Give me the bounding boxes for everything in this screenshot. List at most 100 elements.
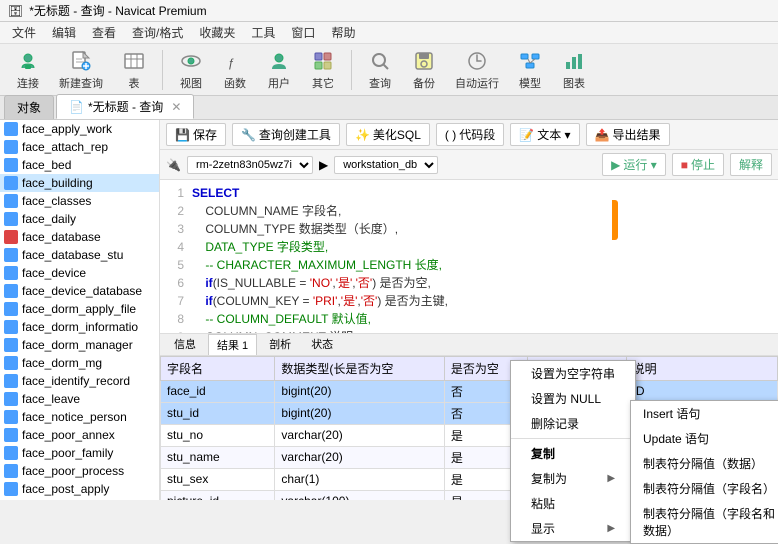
sidebar-item-database-stu[interactable]: face_database_stu <box>0 246 159 264</box>
code-snippet-button[interactable]: ( ) 代码段 <box>436 123 504 146</box>
submenu-tab-fields-data[interactable]: 制表符分隔值（字段名和数据） <box>631 501 778 543</box>
toolbar-query[interactable]: 查询 <box>360 44 400 96</box>
toolbar-chart[interactable]: 图表 <box>554 44 594 96</box>
toolbar-other[interactable]: 其它 <box>303 44 343 96</box>
save-icon: 💾 <box>175 128 190 142</box>
beautify-sql-button[interactable]: ✨ 美化SQL <box>346 123 430 146</box>
sidebar-item-dorm-apply-file[interactable]: face_dorm_apply_file <box>0 300 159 318</box>
menu-edit[interactable]: 编辑 <box>44 22 84 43</box>
toolbar-view[interactable]: 视图 <box>171 44 211 96</box>
beautify-icon: ✨ <box>355 128 370 142</box>
scroll-indicator <box>612 200 618 240</box>
submenu-update[interactable]: Update 语句 <box>631 426 778 451</box>
ctx-delete-record[interactable]: 删除记录 <box>511 411 635 436</box>
toolbar-backup[interactable]: 备份 <box>404 44 444 96</box>
menu-window[interactable]: 窗口 <box>283 22 323 43</box>
sidebar-item-attach-rep[interactable]: face_attach_rep <box>0 138 159 156</box>
tab-info[interactable]: 信息 <box>166 334 204 354</box>
sidebar-item-dorm-mg[interactable]: face_dorm_mg <box>0 354 159 372</box>
toolbar-user[interactable]: 用户 <box>259 44 299 96</box>
sidebar-item-dorm-information[interactable]: face_dorm_informatio <box>0 318 159 336</box>
arrow-icon: ▶ <box>319 158 328 172</box>
ctx-set-null[interactable]: 设置为 NULL <box>511 386 635 411</box>
ctx-display[interactable]: 显示 ▶ <box>511 516 635 541</box>
menu-view[interactable]: 查看 <box>84 22 124 43</box>
toolbar-connect[interactable]: 连接 <box>8 44 48 96</box>
tab-close-icon[interactable]: ✕ <box>171 100 181 114</box>
table-icon <box>4 248 18 262</box>
sidebar-item-database[interactable]: face_database <box>0 228 159 246</box>
user-label: 用户 <box>268 75 290 91</box>
col-header-comment: 说明 <box>626 356 777 380</box>
table-icon <box>4 374 18 388</box>
menu-query-format[interactable]: 查询/格式 <box>124 22 191 43</box>
ctx-paste[interactable]: 粘贴 <box>511 491 635 516</box>
menu-file[interactable]: 文件 <box>4 22 44 43</box>
sql-editor[interactable]: 1 SELECT 2 COLUMN_NAME 字段名, 3 COLUMN_TYP… <box>160 180 778 334</box>
table-icon <box>4 266 18 280</box>
submenu-insert[interactable]: Insert 语句 <box>631 401 778 426</box>
sidebar-item-post-apply[interactable]: face_post_apply <box>0 480 159 498</box>
toolbar-function[interactable]: ƒ 函数 <box>215 44 255 96</box>
database-select[interactable]: workstation_db <box>334 156 438 174</box>
tab-result-1[interactable]: 结果 1 <box>208 334 257 355</box>
sidebar-item-classes[interactable]: face_classes <box>0 192 159 210</box>
other-icon <box>311 49 335 73</box>
submenu-tab-fields[interactable]: 制表符分隔值（字段名） <box>631 476 778 501</box>
tab-query[interactable]: 📄 *无标题 - 查询 ✕ <box>56 94 194 119</box>
toolbar-autorun[interactable]: 自动运行 <box>448 44 506 96</box>
sidebar-item-bed[interactable]: face_bed <box>0 156 159 174</box>
sidebar-item-poor-family[interactable]: face_poor_family <box>0 444 159 462</box>
tab-status[interactable]: 状态 <box>303 334 341 354</box>
table-icon <box>4 302 18 316</box>
menu-tools[interactable]: 工具 <box>243 22 283 43</box>
sidebar-item-building[interactable]: face_building <box>0 174 159 192</box>
line-num-3: 3 <box>164 220 184 238</box>
sidebar-item-poor-process[interactable]: face_poor_process <box>0 462 159 480</box>
cell-field: stu_sex <box>161 468 275 490</box>
text-button[interactable]: 📝 文本 ▾ <box>510 123 579 146</box>
explain-button[interactable]: 解释 <box>730 153 772 176</box>
tab-profiling[interactable]: 剖析 <box>261 334 299 354</box>
sidebar-item-device-database[interactable]: face_device_database <box>0 282 159 300</box>
stop-button[interactable]: ■ 停止 <box>672 153 724 176</box>
table-row[interactable]: face_id bigint(20) 否 是 ID <box>161 380 778 402</box>
col-header-field: 字段名 <box>161 356 275 380</box>
sidebar-item-notice-person[interactable]: face_notice_person <box>0 408 159 426</box>
ctx-copy[interactable]: 复制 <box>511 441 635 466</box>
sidebar-item-daily[interactable]: face_daily <box>0 210 159 228</box>
export-result-button[interactable]: 📤 导出结果 <box>586 123 670 146</box>
toolbar-table[interactable]: 表 <box>114 44 154 96</box>
sidebar-item-apply-work[interactable]: face_apply_work <box>0 120 159 138</box>
submenu-tab-data[interactable]: 制表符分隔值（数据） <box>631 451 778 476</box>
ctx-set-empty-string[interactable]: 设置为空字符串 <box>511 361 635 386</box>
other-label: 其它 <box>312 75 334 91</box>
sidebar-item-label: face_bed <box>22 158 71 172</box>
sidebar-item-leave[interactable]: face_leave <box>0 390 159 408</box>
menu-help[interactable]: 帮助 <box>323 22 363 43</box>
query-toolbar: 💾 保存 🔧 查询创建工具 ✨ 美化SQL ( ) 代码段 📝 文本 ▾ 📤 <box>160 120 778 150</box>
sidebar-item-label: face_poor_family <box>22 446 113 460</box>
run-button[interactable]: ▶ 运行 ▾ <box>602 153 666 176</box>
save-button[interactable]: 💾 保存 <box>166 123 226 146</box>
sidebar-item-label: face_post_apply <box>22 482 109 496</box>
ctx-copy-as[interactable]: 复制为 ▶ <box>511 466 635 491</box>
tab-object[interactable]: 对象 <box>4 95 54 119</box>
connection-select[interactable]: rm-2zetn83n05wz7i <box>187 156 313 174</box>
sidebar-item-identify-record[interactable]: face_identify_record <box>0 372 159 390</box>
sidebar-item-poor-annex[interactable]: face_poor_annex <box>0 426 159 444</box>
cell-field: picture_id <box>161 490 275 500</box>
sidebar-item-device[interactable]: face_device <box>0 264 159 282</box>
sidebar-item-dorm-manager[interactable]: face_dorm_manager <box>0 336 159 354</box>
tab-query-icon: 📄 <box>69 100 84 114</box>
toolbar-model[interactable]: 模型 <box>510 44 550 96</box>
cell-datatype: varchar(100) <box>275 490 444 500</box>
table-icon <box>122 49 146 73</box>
new-query-icon <box>69 49 93 73</box>
table-icon <box>4 320 18 334</box>
result-tabs: 信息 结果 1 剖析 状态 <box>160 334 778 356</box>
menu-favorites[interactable]: 收藏夹 <box>191 22 243 43</box>
connect-label: 连接 <box>17 75 39 91</box>
toolbar-new-query[interactable]: 新建查询 <box>52 44 110 96</box>
query-builder-button[interactable]: 🔧 查询创建工具 <box>232 123 340 146</box>
